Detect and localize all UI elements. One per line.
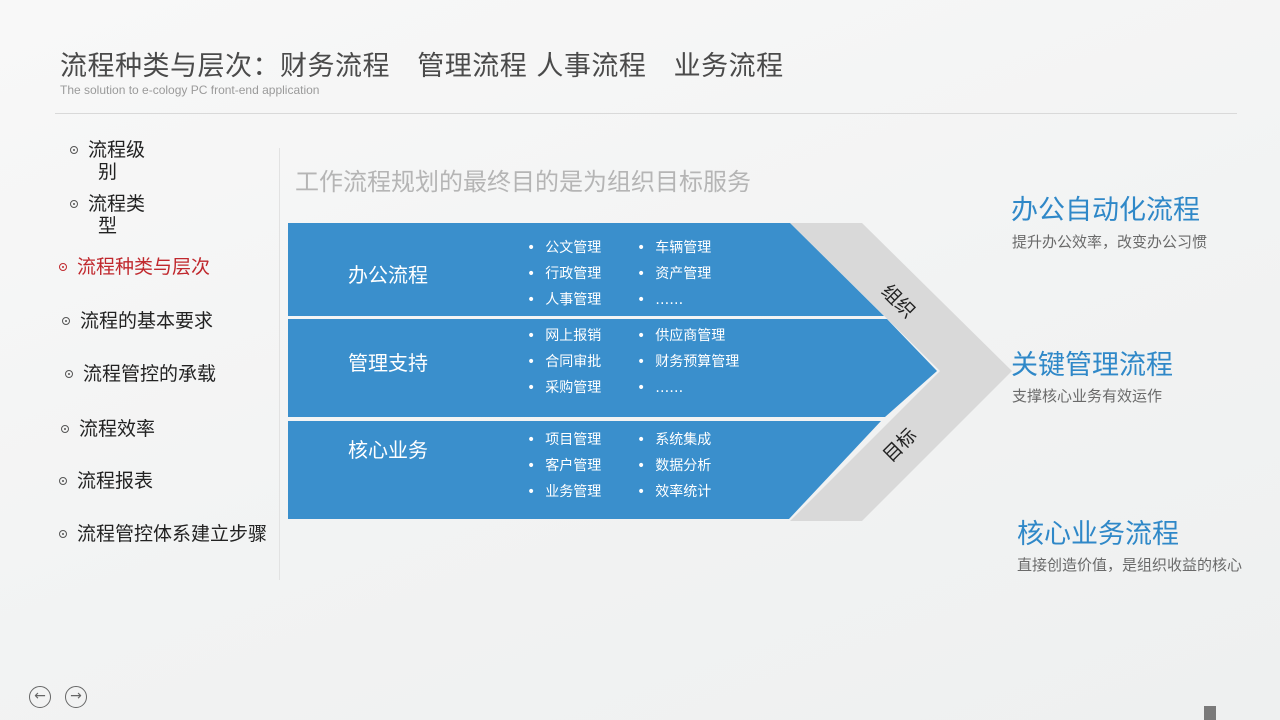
right-title-office-automation: 办公自动化流程: [1011, 195, 1200, 226]
list-item: 项目管理: [527, 432, 637, 449]
list-item: 行政管理: [527, 266, 637, 283]
list-item: 公文管理: [527, 240, 637, 257]
band-list-core: 项目管理 系统集成 客户管理 数据分析 业务管理 效率统计: [527, 432, 747, 501]
right-desc-office-automation: 提升办公效率，改变办公习惯: [1012, 233, 1208, 251]
list-item: ……: [637, 380, 747, 397]
list-item: 业务管理: [527, 484, 637, 501]
list-item: 网上报销: [527, 328, 637, 345]
list-item: 人事管理: [527, 292, 637, 309]
list-item: 采购管理: [527, 380, 637, 397]
list-item: 效率统计: [637, 484, 747, 501]
corner-marker: [1204, 706, 1216, 720]
arrow-right-circle-icon[interactable]: →: [65, 686, 87, 708]
right-desc-key-management: 支撑核心业务有效运作: [1012, 387, 1163, 405]
band-list-office: 公文管理 车辆管理 行政管理 资产管理 人事管理 ……: [527, 240, 747, 309]
right-title-key-management: 关键管理流程: [1011, 350, 1173, 381]
list-item: 系统集成: [637, 432, 747, 449]
band-title-management: 管理支持: [348, 351, 428, 375]
list-item: ……: [637, 292, 747, 309]
band-title-core: 核心业务: [348, 438, 428, 462]
list-item: 客户管理: [527, 458, 637, 475]
list-item: 数据分析: [637, 458, 747, 475]
band-title-office: 办公流程: [348, 263, 428, 287]
arrow-left-circle-icon[interactable]: ←: [29, 686, 51, 708]
right-title-core-business: 核心业务流程: [1017, 519, 1179, 550]
band-list-management: 网上报销 供应商管理 合同审批 财务预算管理 采购管理 ……: [527, 328, 747, 397]
list-item: 财务预算管理: [637, 354, 747, 371]
list-item: 资产管理: [637, 266, 747, 283]
list-item: 合同审批: [527, 354, 637, 371]
list-item: 车辆管理: [637, 240, 747, 257]
right-desc-core-business: 直接创造价值，是组织收益的核心: [1017, 556, 1243, 574]
list-item: 供应商管理: [637, 328, 747, 345]
